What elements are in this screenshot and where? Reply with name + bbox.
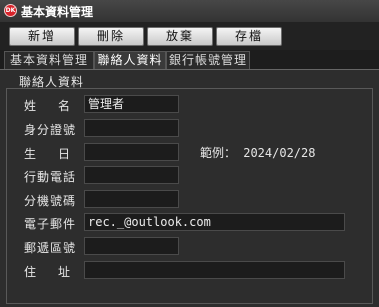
- address-field[interactable]: [84, 261, 345, 279]
- mobile-field[interactable]: [84, 166, 179, 184]
- tab-contact-info[interactable]: 聯絡人資料: [94, 51, 166, 69]
- tab-bank-accounts[interactable]: 銀行帳號管理: [166, 51, 250, 69]
- toolbar: 新增 刪除 放棄 存檔: [0, 22, 379, 50]
- contact-panel: 聯絡人資料 姓名 管理者 身分證號 生日 範例： 2024/02/28 行動電話…: [0, 69, 379, 307]
- tab-basic-info[interactable]: 基本資料管理: [4, 51, 94, 69]
- name-label: 姓名: [24, 99, 93, 113]
- birthday-field[interactable]: [84, 143, 179, 161]
- abandon-button[interactable]: 放棄: [147, 27, 213, 46]
- delete-button[interactable]: 刪除: [78, 27, 144, 46]
- contact-group-title: 聯絡人資料: [19, 75, 85, 89]
- email-field[interactable]: rec._@outlook.com: [84, 213, 345, 231]
- zip-code-label: 郵遞區號: [24, 241, 77, 255]
- id-number-label: 身分證號: [24, 123, 77, 137]
- window-title: 基本資料管理: [21, 5, 94, 19]
- new-button[interactable]: 新增: [9, 27, 75, 46]
- id-number-field[interactable]: [84, 119, 179, 137]
- extension-label: 分機號碼: [24, 194, 77, 208]
- zip-code-field[interactable]: [84, 237, 179, 255]
- save-button[interactable]: 存檔: [216, 27, 282, 46]
- birthday-label: 生日: [24, 147, 93, 161]
- extension-field[interactable]: [84, 190, 179, 208]
- email-label: 電子郵件: [24, 217, 77, 231]
- tab-bar: 基本資料管理 聯絡人資料 銀行帳號管理: [0, 51, 379, 69]
- name-field[interactable]: 管理者: [84, 95, 179, 113]
- app-icon: DK: [4, 4, 17, 17]
- title-bar: DK 基本資料管理: [0, 0, 379, 23]
- address-label: 住址: [24, 265, 93, 279]
- birthday-hint: 範例： 2024/02/28: [200, 146, 316, 160]
- mobile-label: 行動電話: [24, 170, 77, 184]
